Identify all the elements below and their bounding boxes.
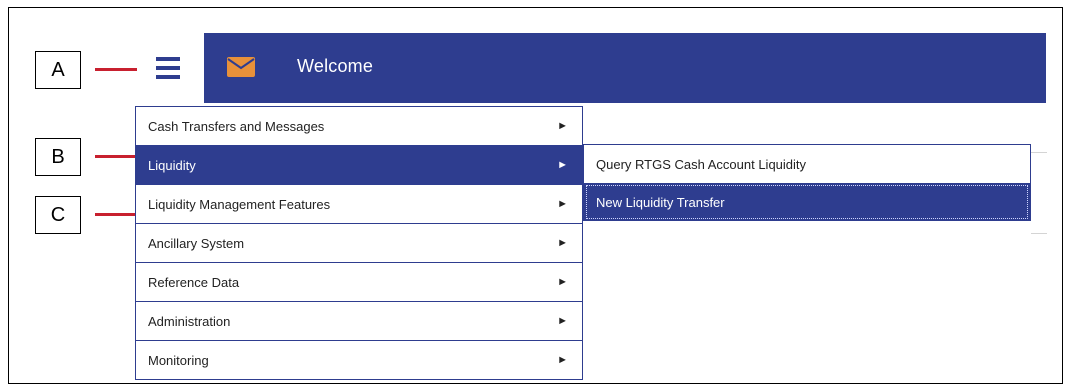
- submenu-arrow-icon: ►: [557, 315, 568, 327]
- submenu-item-query-rtgs[interactable]: Query RTGS Cash Account Liquidity: [584, 145, 1030, 183]
- menu-item-label: Reference Data: [148, 274, 240, 290]
- menu-item-liquidity-management[interactable]: Liquidity Management Features ►: [136, 185, 582, 224]
- menu-item-ancillary-system[interactable]: Ancillary System ►: [136, 224, 582, 263]
- menu-item-cash-transfers[interactable]: Cash Transfers and Messages ►: [136, 107, 582, 146]
- annotation-a: A: [35, 51, 81, 89]
- navigation-menu: Cash Transfers and Messages ► Liquidity …: [135, 106, 583, 380]
- menu-item-monitoring[interactable]: Monitoring ►: [136, 341, 582, 380]
- menu-item-label: Liquidity: [148, 157, 196, 173]
- menu-item-label: Monitoring: [148, 353, 209, 368]
- submenu-arrow-icon: ►: [557, 276, 568, 288]
- header-title: Welcome: [297, 56, 374, 76]
- submenu-item-label: New Liquidity Transfer: [596, 194, 725, 210]
- submenu-item-label: Query RTGS Cash Account Liquidity: [596, 156, 807, 172]
- menu-item-administration[interactable]: Administration ►: [136, 302, 582, 341]
- annotation-c: C: [35, 196, 81, 234]
- annotation-b: B: [35, 138, 81, 176]
- envelope-icon[interactable]: [227, 57, 255, 77]
- menu-item-label: Cash Transfers and Messages: [148, 118, 325, 134]
- menu-item-label: Administration: [148, 313, 231, 329]
- annotation-b-line: [95, 155, 137, 158]
- submenu-arrow-icon: ►: [557, 237, 568, 249]
- submenu-arrow-icon: ►: [557, 120, 568, 132]
- menu-item-label: Liquidity Management Features: [148, 196, 331, 212]
- submenu-arrow-icon: ►: [557, 354, 568, 366]
- content-divider: [1031, 233, 1047, 234]
- liquidity-submenu: Query RTGS Cash Account Liquidity New Li…: [583, 144, 1031, 221]
- menu-item-label: Ancillary System: [148, 235, 245, 251]
- annotation-a-line: [95, 68, 137, 71]
- submenu-item-new-liquidity-transfer[interactable]: New Liquidity Transfer: [584, 183, 1030, 221]
- hamburger-menu-icon[interactable]: [156, 57, 180, 79]
- submenu-arrow-icon: ►: [557, 159, 568, 171]
- menu-item-reference-data[interactable]: Reference Data ►: [136, 263, 582, 302]
- content-divider: [1031, 152, 1047, 153]
- menu-item-liquidity[interactable]: Liquidity ►: [136, 146, 582, 185]
- submenu-arrow-icon: ►: [557, 198, 568, 210]
